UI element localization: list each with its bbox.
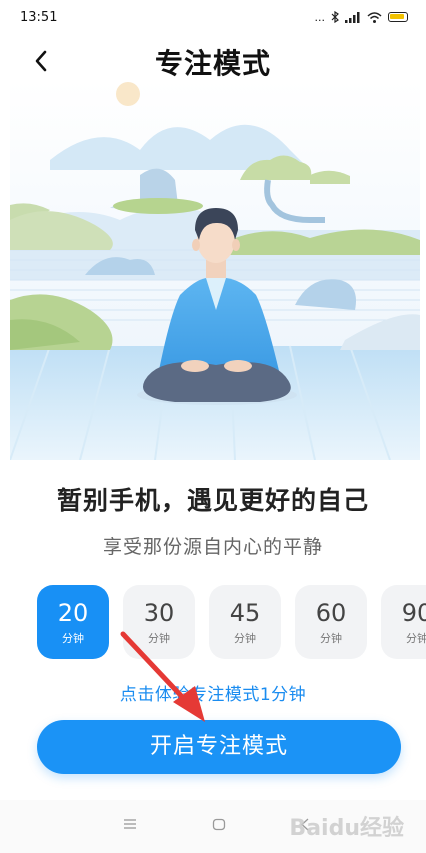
- duration-option-20[interactable]: 20 分钟: [37, 585, 109, 659]
- duration-option-90[interactable]: 90 分钟: [381, 585, 426, 659]
- duration-option-60[interactable]: 60 分钟: [295, 585, 367, 659]
- meditation-illustration: [10, 80, 420, 460]
- headline: 暂别手机，遇见更好的自己: [56, 486, 369, 515]
- watermark: Baidu经验: [289, 816, 404, 841]
- duration-value: 45: [229, 599, 261, 627]
- subline: 享受那份源自内心的平静: [102, 536, 323, 558]
- duration-value: 20: [57, 599, 89, 627]
- status-more: ...: [314, 10, 326, 24]
- menu-icon[interactable]: [123, 818, 137, 830]
- battery-icon: [388, 12, 408, 22]
- duration-value: 30: [143, 599, 175, 627]
- status-bar: 13:51 ...: [0, 0, 426, 34]
- status-icons: ...: [314, 10, 408, 24]
- bluetooth-icon: [331, 11, 339, 23]
- duration-options: 20 分钟 30 分钟 45 分钟 60 分钟 90 分钟: [37, 585, 426, 659]
- red-arrow-icon: [120, 631, 205, 722]
- duration-unit: 分钟: [234, 632, 256, 645]
- duration-value: 60: [315, 599, 347, 627]
- wifi-icon: [367, 11, 382, 23]
- duration-value: 90: [401, 599, 426, 627]
- page-title: 专注模式: [154, 47, 271, 80]
- duration-unit: 分钟: [320, 632, 342, 645]
- duration-unit: 分钟: [406, 632, 426, 645]
- duration-unit: 分钟: [62, 632, 84, 645]
- status-time: 13:51: [20, 9, 58, 25]
- signal-icon: [345, 11, 360, 23]
- duration-option-45[interactable]: 45 分钟: [209, 585, 281, 659]
- home-icon[interactable]: [212, 818, 226, 831]
- start-focus-button[interactable]: 开启专注模式: [37, 720, 401, 774]
